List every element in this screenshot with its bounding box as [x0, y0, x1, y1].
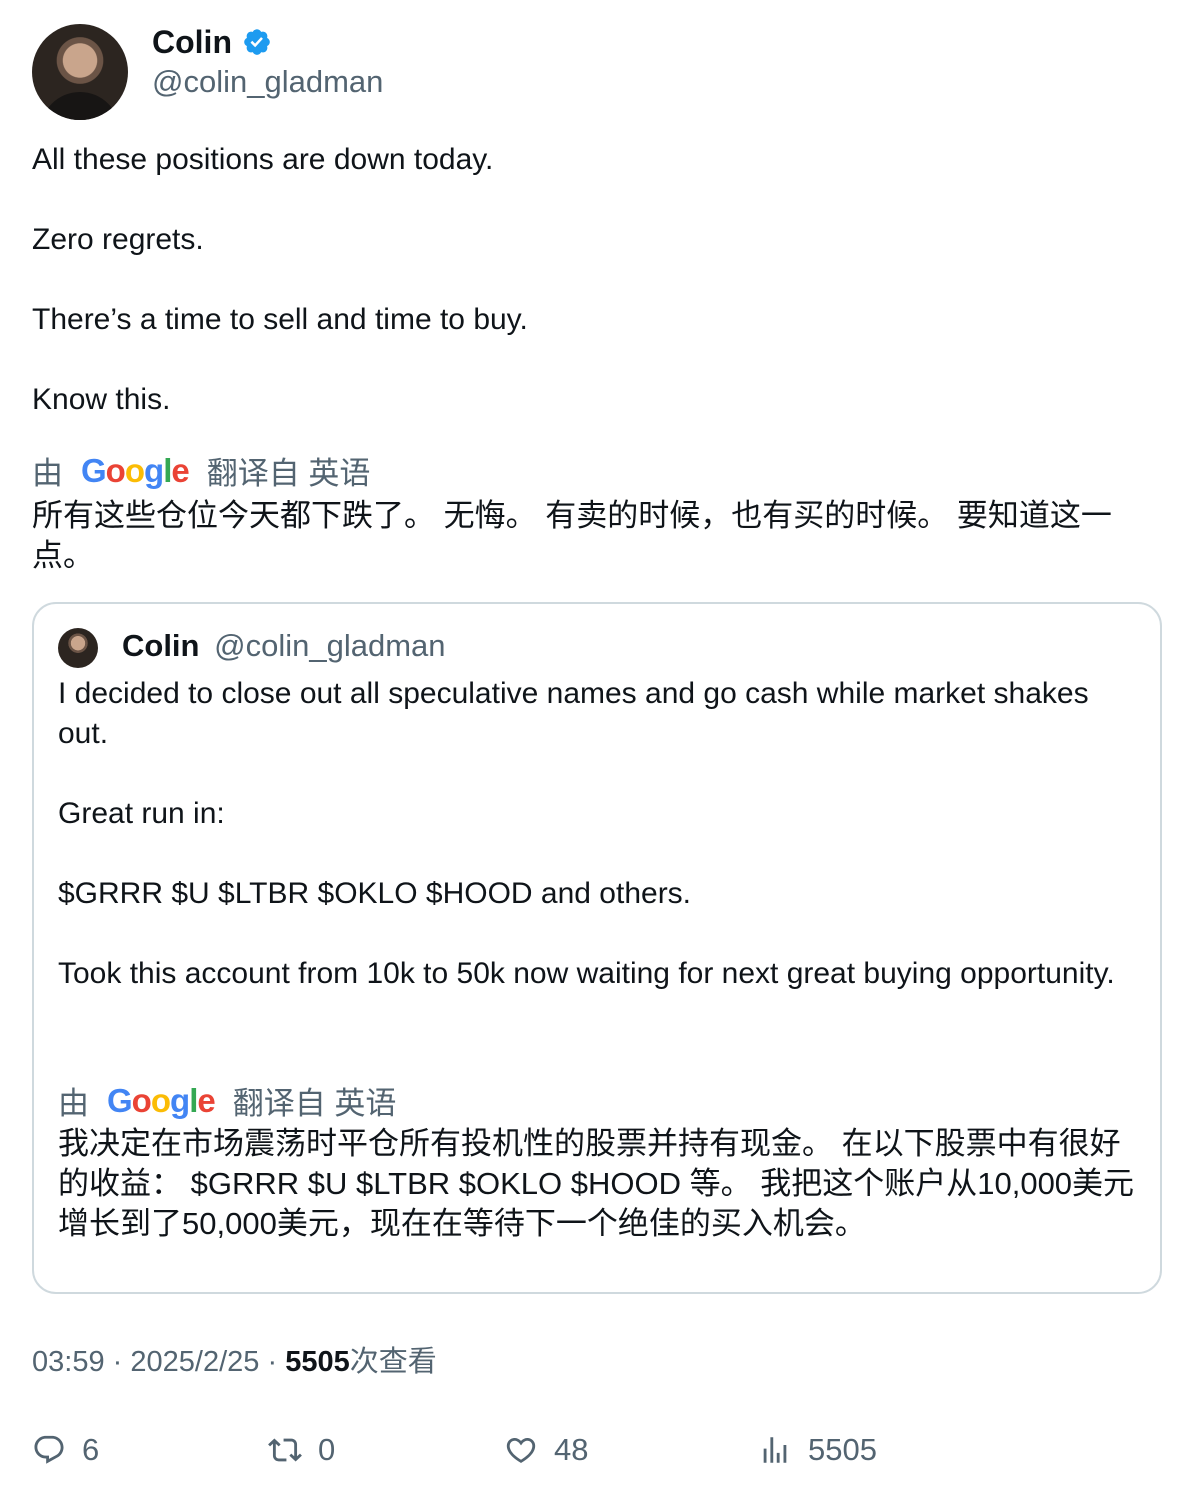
like-count: 48 [554, 1432, 589, 1467]
like-button[interactable]: 48 [504, 1428, 588, 1472]
analytics-icon [763, 1437, 787, 1463]
meta-separator: · [267, 1346, 278, 1378]
verified-badge-icon [244, 29, 270, 55]
translation-attribution: 由 Google 翻译自 英语 [32, 448, 370, 493]
tweet-time[interactable]: 03:59 [32, 1346, 105, 1378]
translation-prefix: 由 [32, 456, 63, 491]
translation-suffix: 翻译自 英语 [232, 1086, 397, 1121]
tweet-text: All these positions are down today. Zero… [32, 143, 528, 416]
quoted-translation-attribution: 由 Google 翻译自 英语 [58, 1078, 396, 1123]
retweet-count: 0 [318, 1432, 336, 1467]
reply-button[interactable]: 6 [32, 1428, 99, 1472]
quoted-author-name: Colin [122, 628, 200, 663]
quoted-author-avatar [58, 628, 98, 668]
google-logo: Google [107, 1081, 216, 1119]
tweet-translation: 所有这些仓位今天都下跌了。 无悔。 有卖的时候，也有买的时候。 要知道这一点。 [32, 498, 1112, 573]
reply-count: 6 [82, 1432, 100, 1467]
meta-separator: · [112, 1346, 123, 1378]
quoted-tweet-text: I decided to close out all speculative n… [58, 677, 1115, 990]
tweet-date[interactable]: 2025/2/25 [130, 1346, 259, 1378]
views-count: 5505 [285, 1346, 350, 1378]
views-action-count: 5505 [808, 1432, 877, 1467]
views-button[interactable]: 5505 [758, 1428, 877, 1472]
quoted-tweet-translation: 我决定在市场震荡时平仓所有投机性的股票并持有现金。 在以下股票中有很好的收益： … [58, 1126, 1135, 1241]
avatar-shoulders [40, 92, 120, 120]
translation-prefix: 由 [58, 1086, 89, 1121]
reply-icon [34, 1435, 64, 1464]
views-label: 次查看 [349, 1346, 437, 1378]
retweet-icon [268, 1438, 302, 1462]
google-logo: Google [81, 451, 190, 489]
quoted-author-handle: @colin_gladman [214, 628, 446, 663]
author-avatar[interactable] [32, 24, 128, 120]
tweet-meta: 03:59 · 2025/2/25 · 5505次查看 [32, 1342, 437, 1382]
retweet-button[interactable]: 0 [268, 1428, 335, 1472]
author-name[interactable]: Colin [152, 22, 232, 62]
heart-icon [506, 1437, 536, 1463]
action-bar: 6 0 48 5505 [32, 1428, 1162, 1472]
author-handle[interactable]: @colin_gladman [152, 62, 383, 102]
translation-suffix: 翻译自 英语 [206, 456, 371, 491]
author-name-row[interactable]: Colin [152, 22, 272, 62]
quoted-tweet[interactable]: Colin @colin_gladman I decided to close … [32, 602, 1162, 1294]
quoted-author-row: Colin @colin_gladman [122, 626, 446, 666]
